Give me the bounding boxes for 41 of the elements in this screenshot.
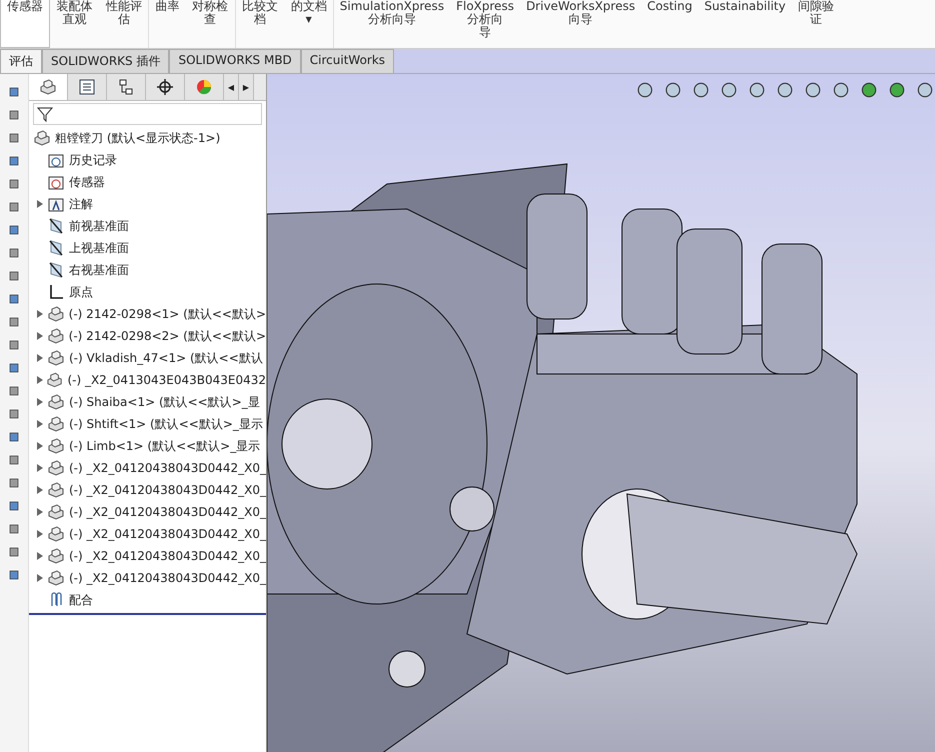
tree-item[interactable]: (-) 2142-0298<1> (默认<<默认> — [68, 306, 266, 322]
tree-item[interactable]: (-) Shaiba<1> (默认<<默认>_显 — [69, 394, 260, 410]
tree-item[interactable]: (-) _X2_04120438043D0442_X0_ — [69, 571, 266, 585]
tree-item[interactable]: 传感器 — [69, 174, 105, 190]
ribbon-button[interactable]: 传感器 — [0, 0, 50, 48]
tab[interactable]: SOLIDWORKS 插件 — [42, 49, 170, 73]
ribbon-button[interactable]: SimulationXpress 分析向导 — [334, 0, 450, 48]
tab[interactable]: CircuitWorks — [300, 49, 394, 73]
ribbon-button[interactable]: 对称检查 — [185, 0, 236, 48]
tab[interactable]: 评估 — [0, 49, 42, 73]
tree-item[interactable]: (-) _X2_04120438043D0442_X0_ — [69, 483, 266, 497]
ribbon-button[interactable]: Costing — [641, 0, 698, 48]
ribbon-button[interactable]: 性能评估 — [99, 0, 150, 48]
tree-item[interactable]: (-) Limb<1> (默认<<默认>_显示 — [69, 438, 260, 454]
scroll-button[interactable]: ◀ — [224, 74, 239, 100]
tree-root-label[interactable]: 粗镗镗刀 (默认<显示状态-1>) — [55, 130, 220, 146]
tree-item[interactable]: 原点 — [69, 284, 93, 300]
ribbon-button[interactable]: DriveWorksXpress 向导 — [520, 0, 642, 48]
tree-item[interactable]: (-) Vkladish_47<1> (默认<<默认 — [69, 350, 263, 366]
ribbon-button[interactable]: 的文档 ▼ — [284, 0, 334, 48]
ribbon-button[interactable]: FloXpress 分析向导 — [450, 0, 520, 48]
tree-item[interactable]: 配合 — [69, 592, 93, 608]
tree-item[interactable]: (-) _X2_04120438043D0442_X0_ — [69, 505, 266, 519]
ribbon-button[interactable]: 比较文档 — [236, 0, 285, 48]
ribbon-button[interactable]: 曲率 — [149, 0, 186, 48]
tree-item[interactable]: 历史记录 — [69, 152, 117, 168]
ribbon-button[interactable]: 间隙验证 — [792, 0, 841, 48]
ribbon-button[interactable]: 装配体直观 — [50, 0, 100, 48]
tree-item[interactable]: (-) _X2_04120438043D0442_X0_ — [69, 461, 266, 475]
scroll-button[interactable]: ▶ — [239, 74, 254, 100]
tree-item[interactable]: 前视基准面 — [69, 218, 129, 234]
tree-item[interactable]: (-) _X2_0413043E043B043E0432 — [67, 373, 266, 387]
tree-item[interactable]: (-) _X2_04120438043D0442_X0_ — [69, 549, 266, 563]
ribbon-button[interactable]: Sustainability — [698, 0, 792, 48]
tree-item[interactable]: 注解 — [69, 196, 93, 212]
tree-item[interactable]: 右视基准面 — [69, 262, 129, 278]
tree-item[interactable]: (-) 2142-0298<2> (默认<<默认> — [68, 328, 266, 344]
tree-item[interactable]: (-) _X2_04120438043D0442_X0_ — [69, 527, 266, 541]
tree-item[interactable]: 上视基准面 — [69, 240, 129, 256]
tree-item[interactable]: (-) Shtift<1> (默认<<默认>_显示 — [69, 416, 263, 432]
tab[interactable]: SOLIDWORKS MBD — [169, 49, 301, 73]
